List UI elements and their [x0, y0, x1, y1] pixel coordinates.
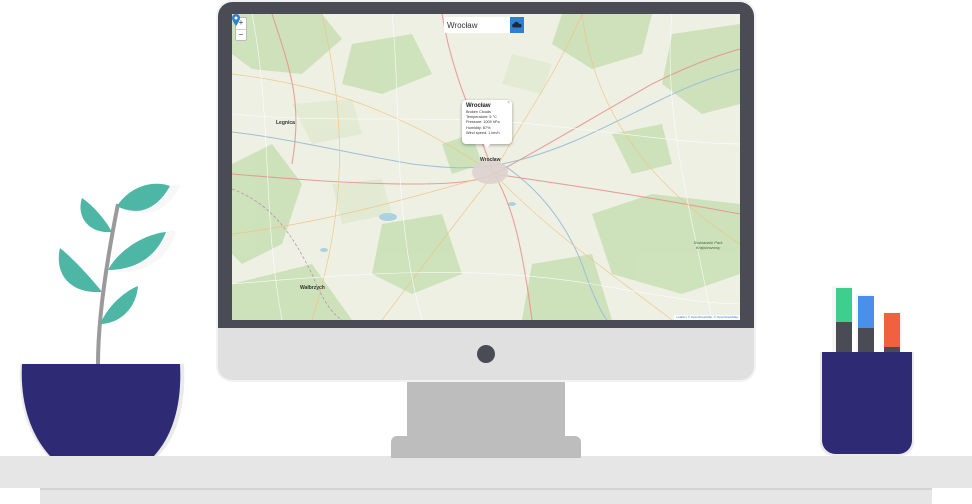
pen-blue [858, 296, 874, 328]
monitor: Legnica Wrocław Wałbrzych Stobrawski Par… [216, 0, 756, 382]
pen-cup [820, 286, 914, 456]
map-label-walbrzych: Wałbrzych [300, 285, 325, 291]
weather-popup: × Wrocław Broken Clouds Temperature: 5 °… [462, 100, 512, 144]
pen-red [884, 313, 900, 347]
popup-city: Wrocław [466, 103, 491, 109]
map-pin-icon[interactable] [232, 14, 240, 26]
popup-wind: Wind speed: 1 km/h [466, 130, 500, 135]
search-button[interactable] [510, 17, 524, 33]
map-label-wroclaw: Wrocław [480, 157, 501, 163]
weather-map[interactable]: Legnica Wrocław Wałbrzych Stobrawski Par… [232, 14, 740, 320]
monitor-bezel: Legnica Wrocław Wałbrzych Stobrawski Par… [218, 2, 754, 380]
map-label-legnica: Legnica [276, 120, 295, 126]
popup-close-button[interactable]: × [507, 100, 510, 106]
power-button-icon [477, 345, 495, 363]
weather-cloud-icon [512, 21, 522, 28]
monitor-stand-neck [407, 380, 565, 438]
map-label-park: Stobrawski Park Krajobrazowy [693, 240, 723, 250]
monitor-stand-base [391, 436, 581, 458]
map-attribution[interactable]: Leaflet | © OpenStreetMap, © OpenStreetM… [674, 315, 740, 320]
desk-top [0, 456, 972, 488]
city-search-input[interactable] [444, 17, 510, 33]
map-tiles [232, 14, 740, 320]
plant-pot [21, 364, 181, 456]
potted-plant [19, 183, 185, 456]
pen-green [836, 288, 852, 322]
popup-tip [483, 143, 491, 148]
pen-cup-body [822, 352, 912, 454]
zoom-out-button[interactable]: − [236, 29, 246, 41]
monitor-screen: Legnica Wrocław Wałbrzych Stobrawski Par… [218, 2, 754, 328]
